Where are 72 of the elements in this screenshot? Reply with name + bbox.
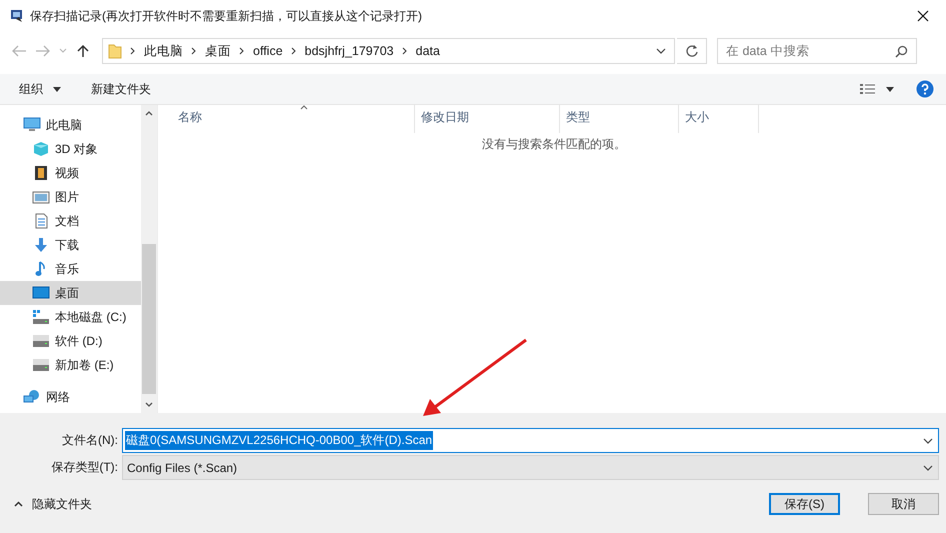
refresh-button[interactable]: [677, 38, 707, 64]
breadcrumb[interactable]: office: [253, 44, 283, 58]
nav-item[interactable]: 网络: [0, 385, 141, 409]
empty-message: 没有与搜索条件匹配的项。: [482, 136, 627, 153]
search-field[interactable]: 在 data 中搜索: [717, 38, 917, 64]
hide-folders-toggle[interactable]: 隐藏文件夹: [14, 496, 92, 512]
scroll-down-icon: [145, 402, 153, 407]
close-icon: [917, 10, 929, 22]
nav-item[interactable]: 本地磁盘 (C:): [0, 305, 141, 329]
sort-caret-icon: [300, 105, 308, 110]
download-icon: [32, 237, 50, 253]
dropdown-icon[interactable]: [656, 48, 666, 54]
help-icon: [916, 80, 934, 98]
nav-item[interactable]: 视频: [0, 161, 141, 185]
refresh-icon: [684, 44, 698, 58]
search-icon: [895, 45, 908, 58]
network-icon: [23, 389, 41, 405]
nav-item[interactable]: 桌面: [0, 281, 141, 305]
save-button[interactable]: 保存(S): [769, 493, 840, 515]
back-arrow-icon: [11, 45, 27, 57]
nav-item[interactable]: 图片: [0, 185, 141, 209]
nav-item[interactable]: 文档: [0, 209, 141, 233]
column-header[interactable]: 修改日期: [415, 105, 560, 133]
organize-menu[interactable]: 组织: [19, 77, 61, 101]
caret-icon: [886, 86, 894, 92]
nav-item[interactable]: 音乐: [0, 257, 141, 281]
nav-item[interactable]: 3D 对象: [0, 137, 141, 161]
caret-icon: [53, 86, 61, 92]
breadcrumb[interactable]: 桌面: [205, 42, 231, 60]
chevron-icon: [191, 47, 197, 55]
breadcrumb[interactable]: bdsjhfrj_179703: [304, 44, 394, 58]
breadcrumb[interactable]: data: [416, 44, 440, 58]
chevron-icon: [130, 47, 136, 55]
cancel-button[interactable]: 取消: [868, 493, 939, 515]
breadcrumb[interactable]: 此电脑: [144, 42, 183, 60]
caret-icon: [59, 48, 67, 54]
column-header[interactable]: 大小: [679, 105, 759, 133]
image-icon: [32, 189, 50, 205]
chevron-up-icon: [14, 501, 23, 507]
drive-icon: [32, 309, 50, 325]
film-icon: [32, 165, 50, 181]
chevron-icon: [290, 47, 297, 55]
nav-item[interactable]: 此电脑: [0, 113, 141, 137]
monitor-icon: [23, 117, 41, 133]
desktop-icon: [32, 285, 50, 301]
chevron-icon: [239, 47, 245, 55]
drive-icon: [32, 333, 50, 349]
drive-icon: [32, 357, 50, 373]
cube-icon: [32, 141, 50, 157]
field-label: 保存类型(T):: [50, 459, 119, 476]
column-header[interactable]: 名称: [160, 105, 415, 133]
field-label: 文件名(N):: [61, 432, 119, 449]
nav-item[interactable]: 软件 (D:): [0, 329, 141, 353]
address-bar[interactable]: 此电脑 桌面 office bdsjhfrj_179703 data: [102, 38, 675, 64]
up-arrow-icon: [76, 44, 90, 58]
details-view-icon: [860, 83, 876, 95]
new-folder-button[interactable]: 新建文件夹: [91, 77, 151, 101]
dropdown-icon: [923, 464, 933, 470]
folder-icon: [108, 43, 122, 59]
dropdown-icon: [923, 438, 933, 444]
nav-item[interactable]: 下载: [0, 233, 141, 257]
window-title: 保存扫描记录(再次打开软件时不需要重新扫描，可以直接从这个记录打开): [30, 8, 423, 24]
filename-field[interactable]: 磁盘0(SAMSUNGMZVL2256HCHQ-00B00_软件(D).Scan: [122, 428, 939, 453]
nav-item[interactable]: 新加卷 (E:): [0, 353, 141, 377]
app-icon: [10, 9, 24, 23]
file-type-dropdown[interactable]: Config Files (*.Scan): [122, 455, 939, 480]
forward-arrow-icon: [35, 45, 51, 57]
scrollbar[interactable]: [141, 105, 157, 413]
help-button[interactable]: [916, 80, 934, 98]
scroll-up-icon: [145, 111, 153, 116]
column-header[interactable]: 类型: [560, 105, 679, 133]
chevron-icon: [402, 47, 408, 55]
